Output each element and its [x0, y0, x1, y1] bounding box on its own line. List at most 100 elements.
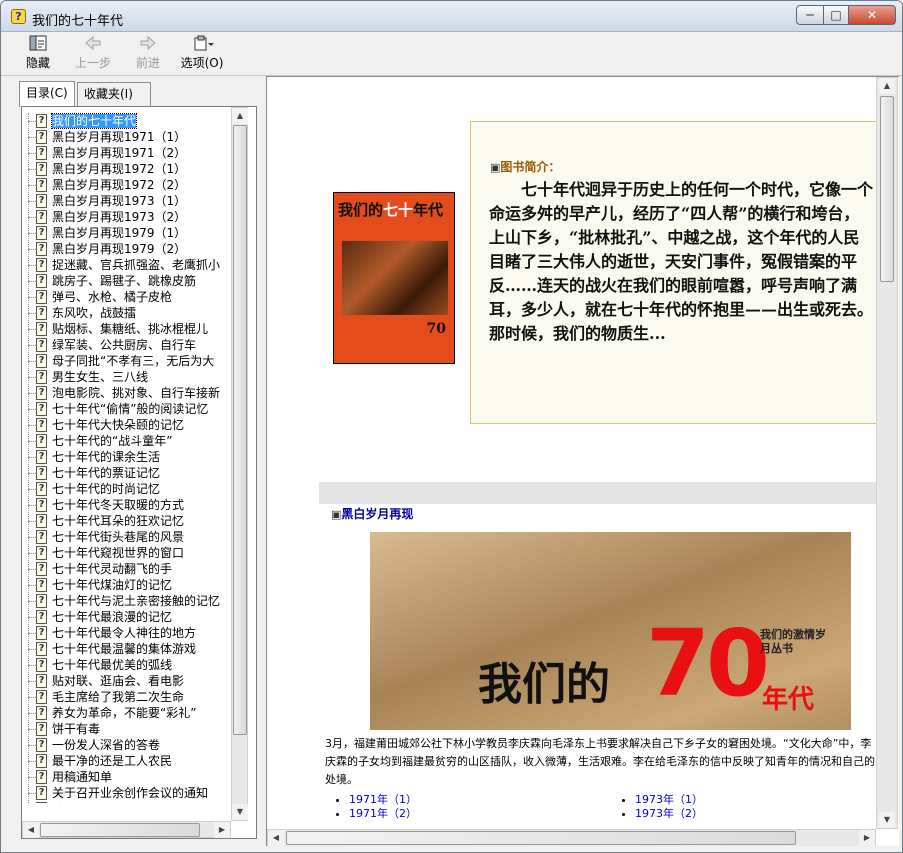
tree-item[interactable]: ? 用稿通知单	[22, 769, 234, 785]
minimize-button[interactable]: ─	[796, 5, 824, 25]
tree-item[interactable]: ? 七十年代最优美的弧线	[22, 657, 234, 673]
tree-item[interactable]: ? 男生女生、三八线	[22, 369, 234, 385]
tree-item[interactable]: ? 黑白岁月再现1972（2）	[22, 177, 234, 193]
tree-item-label: 贴对联、逛庙会、看电影	[52, 674, 185, 688]
tree-item[interactable]: ? 捉迷藏、官兵抓强盗、老鹰抓小	[22, 257, 234, 273]
tree-item-label: 我们的七十年代	[50, 113, 138, 129]
tree-item[interactable]: ? 七十年代最浪漫的记忆	[22, 609, 234, 625]
tree-item-label: 黑白岁月再现1972（1）	[52, 162, 187, 176]
tree-item[interactable]: ? 我们的七十年代	[22, 113, 234, 129]
tree-item[interactable]: ? 黑白岁月再现1979（1）	[22, 225, 234, 241]
contents-tree-panel: ? 我们的七十年代? 黑白岁月再现1971（1）? 黑白岁月再现1971（2）? 黑白岁…	[21, 106, 257, 839]
help-topic-icon: ?	[36, 530, 47, 544]
tree-item[interactable]: ? 毛主席给了我第二次生命	[22, 689, 234, 705]
tree-item[interactable]: ? 七十年代煤油灯的记忆	[22, 577, 234, 593]
content-hscroll-thumb[interactable]	[286, 831, 796, 845]
content-vertical-scrollbar[interactable]: ▲ ▼	[876, 77, 898, 829]
scroll-left-icon[interactable]: ◀	[23, 822, 39, 838]
tree-item[interactable]: ? 七十年代窥视世界的窗口	[22, 545, 234, 561]
tree-item[interactable]: ? 七十年代“偷情”般的阅读记忆	[22, 401, 234, 417]
content-scroll-thumb[interactable]	[880, 96, 894, 282]
tree-scroll-thumb[interactable]	[233, 125, 247, 735]
tree-item[interactable]: ? 七十年代大快朵颐的记忆	[22, 417, 234, 433]
tree-item[interactable]: ? 最干净的还是工人农民	[22, 753, 234, 769]
tree-item[interactable]: ? 绿军装、公共厨房、自行车	[22, 337, 234, 353]
tree-item[interactable]: ? 泡电影院、挑对象、自行车接新	[22, 385, 234, 401]
tree-item[interactable]: ? 黑白岁月再现1973（2）	[22, 209, 234, 225]
help-topic-icon: ?	[36, 354, 47, 368]
scroll-right-icon[interactable]: ▶	[859, 830, 875, 846]
tree-item-label: 七十年代灵动翻飞的手	[52, 562, 173, 576]
year-links-left: 1971年（1） 1971年（2）	[325, 793, 417, 821]
help-topic-icon: ?	[36, 754, 47, 768]
tree-item[interactable]: ? 七十年代街头巷尾的风景	[22, 529, 234, 545]
tree-item[interactable]: ? 黑白岁月再现1971（2）	[22, 145, 234, 161]
scroll-down-icon[interactable]: ▼	[879, 812, 895, 828]
tree-item[interactable]: ? 黑白岁月再现1972（1）	[22, 161, 234, 177]
scroll-down-icon[interactable]: ▼	[232, 804, 248, 820]
help-topic-icon: ?	[36, 210, 47, 224]
tree-item[interactable]: ? 贴对联、逛庙会、看电影	[22, 673, 234, 689]
year-link[interactable]: 1971年（1）	[349, 793, 417, 807]
tree-item[interactable]: ? 弹弓、水枪、橘子皮枪	[22, 289, 234, 305]
close-button[interactable]: ✕	[848, 5, 896, 25]
tree-item[interactable]: ? 东风吹，战鼓擂	[22, 305, 234, 321]
hide-button[interactable]: 隐藏	[21, 35, 55, 73]
contents-tree[interactable]: ? 我们的七十年代? 黑白岁月再现1971（1）? 黑白岁月再现1971（2）? 黑白岁…	[22, 113, 234, 803]
help-topic-icon: ?	[36, 338, 47, 352]
content-horizontal-scrollbar[interactable]: ◀ ▶	[267, 829, 876, 846]
scroll-right-icon[interactable]: ▶	[214, 822, 230, 838]
help-topic-icon: ?	[36, 434, 47, 448]
scroll-left-icon[interactable]: ◀	[268, 830, 284, 846]
tree-item[interactable]: ? 黑白岁月再现1971（1）	[22, 129, 234, 145]
tree-item-label: 贴烟标、集糖纸、挑冰棍棍儿	[52, 322, 209, 336]
year-link[interactable]: 1973年（1）	[635, 793, 703, 807]
tree-item[interactable]: ? 七十年代的时尚记忆	[22, 481, 234, 497]
tree-item[interactable]: ? 母子同批“不孝有三，无后为大	[22, 353, 234, 369]
options-button[interactable]: 选项(O)	[179, 35, 225, 73]
title-bar[interactable]: ? 我们的七十年代 ─ □ ✕	[1, 1, 902, 32]
tree-item[interactable]: ? 七十年代灵动翻飞的手	[22, 561, 234, 577]
tree-item[interactable]: ? 饼干有毒	[22, 721, 234, 737]
options-icon	[192, 35, 214, 52]
cover-number: 70	[426, 321, 446, 337]
tree-item[interactable]: ? 关于召开业余创作会议的通知	[22, 785, 234, 801]
help-topic-icon: ?	[36, 514, 47, 528]
tab-favorites[interactable]: 收藏夹(I)	[77, 82, 151, 106]
tree-item[interactable]: ? 七十年代最温馨的集体游戏	[22, 641, 234, 657]
tab-contents[interactable]: 目录(C)	[19, 81, 75, 107]
help-topic-icon: ?	[36, 322, 47, 336]
tree-item[interactable]: ? 黑白岁月再现1973（1）	[22, 193, 234, 209]
scroll-up-icon[interactable]: ▲	[879, 78, 895, 94]
help-topic-icon: ?	[36, 178, 47, 192]
tree-item[interactable]: ? 养女为革命，不能要“彩礼”	[22, 705, 234, 721]
forward-label: 前进	[135, 56, 160, 70]
tree-vertical-scrollbar[interactable]: ▲ ▼	[231, 107, 248, 821]
tree-item-label: 七十年代最优美的弧线	[52, 658, 173, 672]
tree-item[interactable]: ? 黑白岁月再现1979（2）	[22, 241, 234, 257]
maximize-button[interactable]: □	[823, 5, 849, 25]
tree-item[interactable]: ? 一份发人深省的答卷	[22, 737, 234, 753]
year-link[interactable]: 1973年（2）	[635, 807, 703, 821]
tree-item[interactable]: ? 七十年代与泥土亲密接触的记忆	[22, 593, 234, 609]
help-topic-icon: ?	[36, 722, 47, 736]
forward-button[interactable]: 前进	[131, 35, 165, 73]
scroll-up-icon[interactable]: ▲	[232, 108, 248, 124]
help-topic-icon: ?	[36, 306, 47, 320]
help-topic-icon: ?	[36, 466, 47, 480]
tree-item[interactable]: ? 跳房子、踢毽子、跳橡皮筋	[22, 273, 234, 289]
tree-item[interactable]: ? 七十年代最令人神往的地方	[22, 625, 234, 641]
tree-item[interactable]: ? 流行词汇（1）	[22, 801, 234, 803]
back-button[interactable]: 上一步	[73, 35, 113, 73]
tree-item[interactable]: ? 七十年代的课余生活	[22, 449, 234, 465]
tree-item[interactable]: ? 七十年代的票证记忆	[22, 465, 234, 481]
tree-item[interactable]: ? 贴烟标、集糖纸、挑冰棍棍儿	[22, 321, 234, 337]
tree-horizontal-scrollbar[interactable]: ◀ ▶	[22, 821, 231, 838]
banner-image: 我们的 70 我们的激情岁月丛书 年代	[370, 532, 851, 730]
tree-item[interactable]: ? 七十年代耳朵的狂欢记忆	[22, 513, 234, 529]
year-link[interactable]: 1971年（2）	[349, 807, 417, 821]
help-topic-icon: ?	[36, 658, 47, 672]
tree-item[interactable]: ? 七十年代冬天取暖的方式	[22, 497, 234, 513]
tree-hscroll-thumb[interactable]	[40, 823, 200, 837]
tree-item[interactable]: ? 七十年代的“战斗童年”	[22, 433, 234, 449]
